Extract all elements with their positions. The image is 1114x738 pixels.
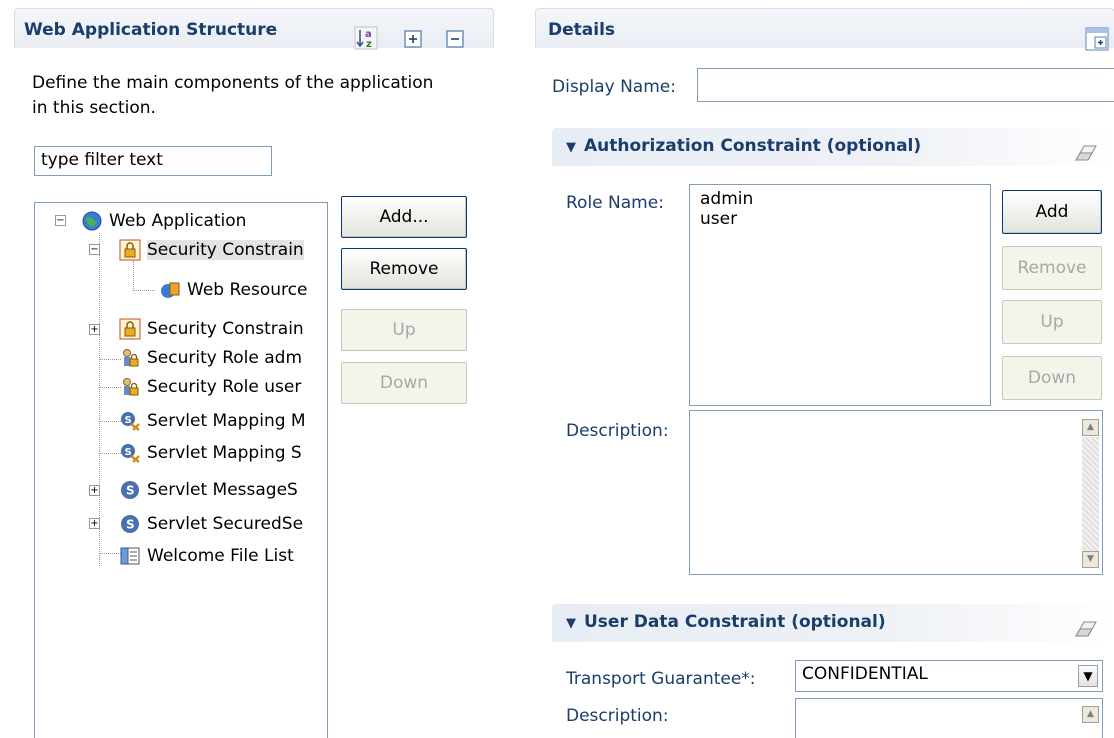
sort-az-icon[interactable]: a z [354,26,378,50]
collapse-all-icon[interactable] [444,28,468,52]
svg-text:S: S [126,484,135,498]
lock-icon [119,318,141,340]
expand-toggle-icon[interactable]: + [89,324,100,335]
role-name-label: Role Name: [566,193,664,213]
expanded-twistie-icon: ▼ [566,616,576,631]
user-data-description-label: Description: [566,706,669,726]
expanded-twistie-icon: ▼ [566,140,576,155]
filter-input[interactable]: type filter text [34,146,272,176]
tree-item-servlet-securedse[interactable]: S Servlet SecuredSe [119,510,303,538]
tree-item-security-role-user[interactable]: Security Role user [119,373,301,401]
tree-item-servlet-messages[interactable]: S Servlet MessageS [119,476,298,504]
auth-description-textarea[interactable] [689,410,1103,575]
web-resource-icon [159,279,181,301]
eraser-icon[interactable] [1072,616,1097,640]
svg-text:z: z [366,39,372,50]
eraser-icon[interactable] [1072,140,1097,164]
chevron-down-icon[interactable]: ▼ [1078,665,1098,687]
role-add-button[interactable]: Add [1002,190,1102,234]
expand-toggle-icon[interactable]: + [89,485,100,496]
servlet-icon: S [119,513,141,535]
servlet-mapping-icon: S [119,410,141,432]
tree-item-security-role-admin[interactable]: Security Role adm [119,344,302,372]
restore-layout-icon[interactable] [1084,26,1109,51]
transport-guarantee-label: Transport Guarantee*: [566,669,756,689]
auth-section-title[interactable]: ▼ Authorization Constraint (optional) [566,136,921,156]
expand-toggle-icon[interactable]: + [89,518,100,529]
scroll-up-icon[interactable]: ▲ [1082,419,1099,436]
role-remove-button[interactable]: Remove [1002,246,1102,290]
user-data-section-title[interactable]: ▼ User Data Constraint (optional) [566,612,886,632]
transport-guarantee-select[interactable]: CONFIDENTIAL [795,660,1103,692]
left-description-line2: in this section. [32,98,156,118]
globe-icon [81,210,103,232]
down-button[interactable]: Down [341,362,467,404]
expand-all-icon[interactable] [402,28,426,52]
security-role-icon [119,347,141,369]
security-role-icon [119,376,141,398]
filter-placeholder: type filter text [41,150,163,170]
web-app-structure-title: Web Application Structure [24,20,278,40]
role-item-admin[interactable]: admin [700,189,980,209]
tree-item-security-constraint-2[interactable]: Security Constrain [119,315,304,343]
svg-text:S: S [125,447,132,458]
role-name-list[interactable]: admin user [689,184,991,406]
display-name-input[interactable] [697,68,1114,102]
up-button[interactable]: Up [341,309,467,351]
right-section-header [535,8,1114,48]
auth-description-label: Description: [566,421,669,441]
collapse-toggle-icon[interactable]: − [55,215,66,226]
user-data-description-textarea[interactable] [795,698,1103,738]
role-up-button[interactable]: Up [1002,300,1102,344]
scroll-up-icon[interactable]: ▲ [1082,706,1099,723]
structure-tree[interactable]: − Web Application − Security Constrain W… [34,202,328,738]
scroll-down-icon[interactable]: ▼ [1082,551,1099,568]
tree-item-web-resource[interactable]: Web Resource [159,276,307,304]
remove-button[interactable]: Remove [341,248,467,290]
tree-item-web-application[interactable]: Web Application [81,207,246,235]
lock-icon [119,239,141,261]
left-description-line1: Define the main components of the applic… [32,73,434,93]
svg-text:S: S [125,415,132,426]
tree-item-welcome-file-list[interactable]: Welcome File List [119,542,294,570]
tree-item-servlet-mapping-s[interactable]: S Servlet Mapping S [119,439,302,467]
role-item-user[interactable]: user [700,209,980,229]
scrollbar-track[interactable] [1082,437,1099,551]
details-title: Details [548,20,616,40]
servlet-icon: S [119,479,141,501]
role-down-button[interactable]: Down [1002,356,1102,400]
display-name-label: Display Name: [552,77,676,97]
tree-item-security-constraint-1[interactable]: Security Constrain [119,236,304,264]
svg-text:S: S [126,518,135,532]
welcome-file-icon [119,545,141,567]
add-button[interactable]: Add... [341,196,467,238]
tree-item-servlet-mapping-m[interactable]: S Servlet Mapping M [119,407,306,435]
collapse-toggle-icon[interactable]: − [89,244,100,255]
servlet-mapping-icon: S [119,442,141,464]
